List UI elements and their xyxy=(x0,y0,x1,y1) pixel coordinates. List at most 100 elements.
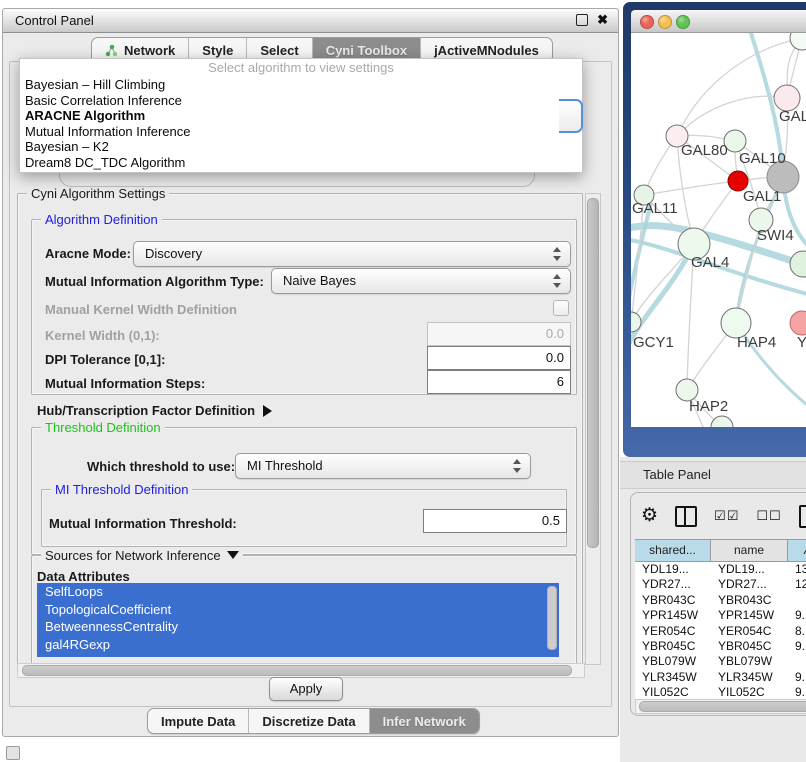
network-node[interactable] xyxy=(711,416,733,427)
node-label: SWI4 xyxy=(757,227,794,244)
list-scrollbar[interactable] xyxy=(547,586,557,650)
algorithm-option[interactable]: Dream8 DC_TDC Algorithm xyxy=(20,155,582,171)
table-row[interactable]: YBR045CYBR045C9. xyxy=(635,639,806,654)
import-table-icon[interactable] xyxy=(799,505,806,528)
mi-steps-value: 6 xyxy=(557,374,564,389)
table-cell: YDR27... xyxy=(711,577,788,592)
hub-definition-toggle[interactable]: Hub/Transcription Factor Definition xyxy=(37,403,272,418)
attribute-item[interactable]: BetweennessCentrality xyxy=(37,618,559,636)
network-canvas[interactable]: GALGAL80GAL10GAL1GAL11SWI4GAL4GCY1HAP4YH… xyxy=(631,33,806,427)
table-cell: YER054C xyxy=(711,624,788,639)
table-cell: YPR145W xyxy=(711,608,788,623)
table-row[interactable]: YPR145WYPR145W9. xyxy=(635,608,806,623)
sources-toggle[interactable]: Sources for Network Inference xyxy=(41,548,243,563)
algorithm-combobox-edge[interactable] xyxy=(559,99,583,133)
table-cell: YLR345W xyxy=(711,670,788,685)
algorithm-option[interactable]: Bayesian – K2 xyxy=(20,139,582,155)
node-label: HAP4 xyxy=(737,334,776,351)
attribute-item[interactable]: SelfLoops xyxy=(37,583,559,601)
attribute-item[interactable]: TopologicalCoefficient xyxy=(37,601,559,619)
apply-button[interactable]: Apply xyxy=(269,677,343,701)
which-threshold-label: Which threshold to use: xyxy=(87,459,235,474)
kernel-width-field[interactable]: 0.0 xyxy=(427,322,571,346)
network-node[interactable] xyxy=(790,33,806,50)
table-cell xyxy=(788,593,806,608)
attribute-item[interactable]: gal4RGexp xyxy=(37,636,559,654)
sources-title: Sources for Network Inference xyxy=(45,548,221,563)
network-window-titlebar[interactable] xyxy=(631,10,806,33)
maximize-traffic-light-icon[interactable] xyxy=(676,15,690,29)
stepper-arrows-icon xyxy=(553,274,561,288)
stepper-arrows-icon xyxy=(513,459,521,473)
node-label: Y xyxy=(797,334,806,351)
node-label: GCY1 xyxy=(633,334,674,351)
scrollbar-thumb[interactable] xyxy=(587,198,599,548)
network-node[interactable] xyxy=(790,251,806,277)
expand-arrow-icon xyxy=(263,405,272,417)
collapsed-panel-icon[interactable] xyxy=(6,746,20,760)
table-row[interactable]: YBR043CYBR043C xyxy=(635,593,806,608)
table-row[interactable]: YDL19...YDL19...13 xyxy=(635,562,806,577)
node-label: GAL1 xyxy=(743,188,781,205)
tab-label: Select xyxy=(260,43,298,58)
aracne-mode-combobox[interactable]: Discovery xyxy=(133,241,571,267)
table-panel-title: Table Panel xyxy=(643,467,711,482)
settings-gear-icon[interactable]: ⚙ xyxy=(641,506,658,526)
group-title: Threshold Definition xyxy=(41,420,165,435)
table-row[interactable]: YLR345WYLR345W9. xyxy=(635,670,806,685)
kernel-width-value: 0.0 xyxy=(546,326,564,341)
tab-label: Infer Network xyxy=(383,714,466,729)
table-row[interactable]: YDR27...YDR27...12 xyxy=(635,577,806,592)
table-cell: YDL19... xyxy=(711,562,788,577)
close-traffic-light-icon[interactable] xyxy=(640,15,654,29)
table-row[interactable]: YER054CYER054C8. xyxy=(635,624,806,639)
data-attributes-label: Data Attributes xyxy=(37,569,130,584)
table-panel-titlebar: Table Panel xyxy=(620,461,806,489)
tab-infer-network[interactable]: Infer Network xyxy=(369,709,479,733)
scrollbar-thumb[interactable] xyxy=(639,701,806,712)
network-edge xyxy=(781,423,806,427)
algorithm-dropdown-list: Select algorithm to view settings Bayesi… xyxy=(19,58,583,173)
tab-impute-data[interactable]: Impute Data xyxy=(148,709,248,733)
mi-steps-field[interactable]: 6 xyxy=(427,370,571,394)
tab-label: Style xyxy=(202,43,233,58)
cyni-bottom-tabbar: Impute Data Discretize Data Infer Network xyxy=(147,708,480,734)
deselect-all-icon[interactable]: ☐☐ xyxy=(756,509,781,524)
algorithm-option[interactable]: Basic Correlation Inference xyxy=(20,93,582,109)
table-horizontal-scrollbar[interactable] xyxy=(635,699,806,714)
which-threshold-combobox[interactable]: MI Threshold xyxy=(235,453,531,479)
minimize-traffic-light-icon[interactable] xyxy=(658,15,672,29)
group-title: Algorithm Definition xyxy=(41,212,162,227)
close-icon[interactable]: ✖ xyxy=(597,12,608,28)
mi-threshold-field[interactable]: 0.5 xyxy=(423,509,567,533)
mi-type-combobox[interactable]: Naive Bayes xyxy=(271,268,571,294)
column-header-shared[interactable]: shared... xyxy=(635,540,711,561)
algorithm-option[interactable]: ARACNE Algorithm xyxy=(20,108,582,124)
settings-vertical-scrollbar[interactable] xyxy=(585,193,601,665)
table-toolbar: ⚙ ☑☑ ☐☐ xyxy=(641,501,806,531)
table-cell: YDR27... xyxy=(635,577,711,592)
column-header-name[interactable]: name xyxy=(711,540,788,561)
network-node[interactable] xyxy=(790,311,806,335)
node-label: GAL80 xyxy=(681,142,728,159)
algorithm-option[interactable]: Bayesian – Hill Climbing xyxy=(20,77,582,93)
tab-discretize-data[interactable]: Discretize Data xyxy=(248,709,368,733)
settings-horizontal-scrollbar[interactable] xyxy=(17,663,585,678)
select-all-icon[interactable]: ☑☑ xyxy=(714,509,739,524)
algorithm-option[interactable]: Mutual Information Inference xyxy=(20,124,582,140)
scrollbar-thumb[interactable] xyxy=(22,665,572,676)
node-label: GAL11 xyxy=(632,200,678,217)
aracne-mode-label: Aracne Mode: xyxy=(45,246,131,261)
hub-definition-label: Hub/Transcription Factor Definition xyxy=(37,403,255,418)
network-edge xyxy=(644,181,738,195)
dpi-tolerance-field[interactable]: 0.0 xyxy=(427,346,571,370)
mi-threshold-value: 0.5 xyxy=(542,513,560,528)
table-row[interactable]: YBL079WYBL079W xyxy=(635,654,806,669)
manual-kernel-checkbox[interactable] xyxy=(553,300,569,316)
tab-label: Impute Data xyxy=(161,714,235,729)
table-cell: 9. xyxy=(788,670,806,685)
column-header-a[interactable]: A xyxy=(788,540,806,561)
split-panel-icon[interactable] xyxy=(675,506,697,527)
float-window-icon[interactable] xyxy=(576,14,588,26)
table-cell: YBR045C xyxy=(635,639,711,654)
